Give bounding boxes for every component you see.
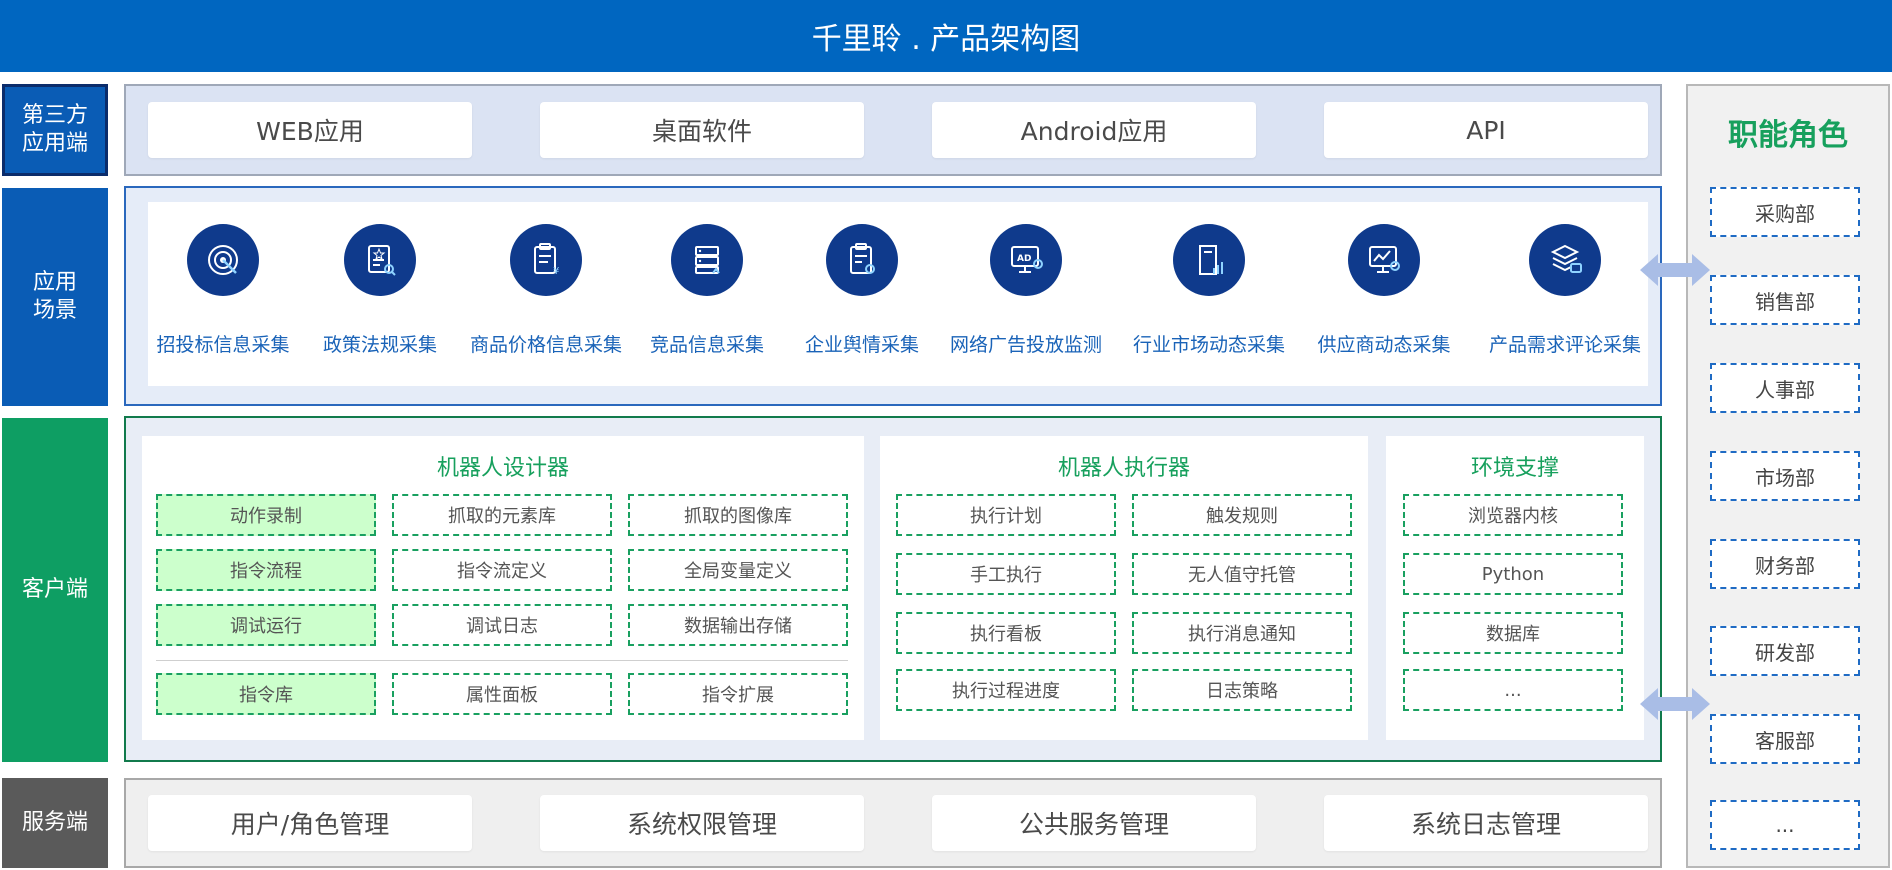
designer-divider — [156, 660, 848, 661]
executor-title: 机器人执行器 — [1057, 456, 1190, 481]
server-card-public-service[interactable]: 公共服务管理 — [932, 795, 1256, 851]
platform-label: API — [1466, 115, 1506, 145]
scenario-label: 行业市场动态采集 — [1132, 334, 1285, 356]
executor-cell[interactable]: 无人值守托管 — [1132, 553, 1352, 595]
svg-text:¥: ¥ — [553, 266, 559, 277]
platform-card-desktop[interactable]: 桌面软件 — [540, 102, 864, 158]
scenario-label: 产品需求评论采集 — [1488, 334, 1641, 356]
layer-label-line: 场景 — [32, 298, 77, 323]
scenario-competitor[interactable]: 竞品信息采集 — [622, 224, 792, 360]
role-item[interactable]: 人事部 — [1710, 363, 1860, 413]
role-item[interactable]: 客服部 — [1710, 714, 1860, 764]
scenario-bidding[interactable]: 招投标信息采集 — [138, 224, 308, 360]
role-item[interactable]: 市场部 — [1710, 451, 1860, 501]
layer-label-server: 服务端 — [2, 778, 108, 868]
scenario-label: 商品价格信息采集 — [469, 334, 622, 356]
platform-label: Android应用 — [1020, 117, 1168, 146]
designer-cell[interactable]: 指令流定义 — [392, 549, 612, 591]
scenario-ad-monitor[interactable]: AD 网络广告投放监测 — [941, 224, 1111, 360]
server-label: 用户/角色管理 — [230, 810, 390, 839]
double-arrow-icon — [1640, 688, 1710, 720]
layer-label-client: 客户端 — [2, 418, 108, 762]
platform-label: WEB应用 — [256, 117, 364, 146]
executor-cell[interactable]: 触发规则 — [1132, 494, 1352, 536]
designer-cell[interactable]: 指令流程 — [156, 549, 376, 591]
environment-title: 环境支撑 — [1470, 456, 1559, 481]
layer-label-line: 客户端 — [21, 577, 88, 602]
roles-title: 职能角色 — [1728, 118, 1848, 153]
scenario-industry-market[interactable]: 行业市场动态采集 — [1124, 224, 1294, 360]
designer-title: 机器人设计器 — [436, 456, 569, 481]
server-label: 系统权限管理 — [626, 810, 777, 839]
server-card-system-log[interactable]: 系统日志管理 — [1324, 795, 1648, 851]
document-search-icon — [344, 224, 416, 296]
designer-cell[interactable]: 抓取的元素库 — [392, 494, 612, 536]
price-list-icon: ¥ — [510, 224, 582, 296]
server-label: 公共服务管理 — [1018, 810, 1169, 839]
designer-cell[interactable]: 指令库 — [156, 673, 376, 715]
executor-cell[interactable]: 执行消息通知 — [1132, 612, 1352, 654]
scenario-label: 网络广告投放监测 — [949, 334, 1102, 356]
role-item[interactable]: 销售部 — [1710, 275, 1860, 325]
designer-cell[interactable]: 数据输出存储 — [628, 604, 848, 646]
designer-cell[interactable]: 动作录制 — [156, 494, 376, 536]
environment-cell[interactable]: 数据库 — [1403, 612, 1623, 654]
scenario-label: 供应商动态采集 — [1317, 334, 1451, 356]
platform-label: 桌面软件 — [651, 117, 752, 146]
designer-cell[interactable]: 调试运行 — [156, 604, 376, 646]
clipboard-icon — [826, 224, 898, 296]
platform-card-android[interactable]: Android应用 — [932, 102, 1256, 158]
layer-label-third-party: 第三方 应用端 — [2, 84, 108, 176]
layers-comment-icon — [1529, 224, 1601, 296]
scenario-policy[interactable]: 政策法规采集 — [295, 224, 465, 360]
scenario-public-opinion[interactable]: 企业舆情采集 — [777, 224, 947, 360]
platform-card-web[interactable]: WEB应用 — [148, 102, 472, 158]
layer-label-line: 服务端 — [21, 810, 88, 835]
scenario-label: 竞品信息采集 — [649, 334, 764, 356]
scenario-product-reviews[interactable]: 产品需求评论采集 — [1480, 224, 1650, 360]
layer-label-scenarios: 应用 场景 — [2, 188, 108, 406]
scenario-label: 企业舆情采集 — [804, 334, 919, 356]
server-label: 系统日志管理 — [1410, 810, 1561, 839]
page-title: 千里聆 . 产品架构图 — [0, 0, 1892, 72]
layer-label-line: 应用端 — [21, 131, 88, 156]
scenario-label: 招投标信息采集 — [156, 334, 290, 356]
executor-cell[interactable]: 日志策略 — [1132, 669, 1352, 711]
executor-cell[interactable]: 执行看板 — [896, 612, 1116, 654]
environment-cell[interactable]: 浏览器内核 — [1403, 494, 1623, 536]
screen-chart-icon — [1348, 224, 1420, 296]
layer-label-line: 应用 — [32, 270, 77, 295]
server-icon — [671, 224, 743, 296]
designer-cell[interactable]: 指令扩展 — [628, 673, 848, 715]
environment-cell[interactable]: Python — [1403, 553, 1623, 595]
ad-monitor-icon: AD — [990, 224, 1062, 296]
role-item[interactable]: 研发部 — [1710, 626, 1860, 676]
role-item[interactable]: 财务部 — [1710, 539, 1860, 589]
double-arrow-icon — [1640, 254, 1710, 286]
scenario-label: 政策法规采集 — [322, 334, 437, 356]
executor-cell[interactable]: 手工执行 — [896, 553, 1116, 595]
designer-cell[interactable]: 全局变量定义 — [628, 549, 848, 591]
environment-cell[interactable]: ... — [1403, 669, 1623, 711]
designer-cell[interactable]: 调试日志 — [392, 604, 612, 646]
executor-cell[interactable]: 执行计划 — [896, 494, 1116, 536]
layer-label-line: 第三方 — [21, 103, 88, 128]
role-item[interactable]: 采购部 — [1710, 187, 1860, 237]
scenario-supplier[interactable]: 供应商动态采集 — [1299, 224, 1469, 360]
role-item[interactable]: ... — [1710, 800, 1860, 850]
server-card-permissions[interactable]: 系统权限管理 — [540, 795, 864, 851]
server-card-user-role[interactable]: 用户/角色管理 — [148, 795, 472, 851]
designer-cell[interactable]: 属性面板 — [392, 673, 612, 715]
market-chart-icon — [1173, 224, 1245, 296]
platform-card-api[interactable]: API — [1324, 102, 1648, 158]
executor-cell[interactable]: 执行过程进度 — [896, 669, 1116, 711]
scenario-product-price[interactable]: ¥ 商品价格信息采集 — [461, 224, 631, 360]
designer-cell[interactable]: 抓取的图像库 — [628, 494, 848, 536]
target-icon — [187, 224, 259, 296]
svg-text:AD: AD — [1017, 254, 1031, 264]
